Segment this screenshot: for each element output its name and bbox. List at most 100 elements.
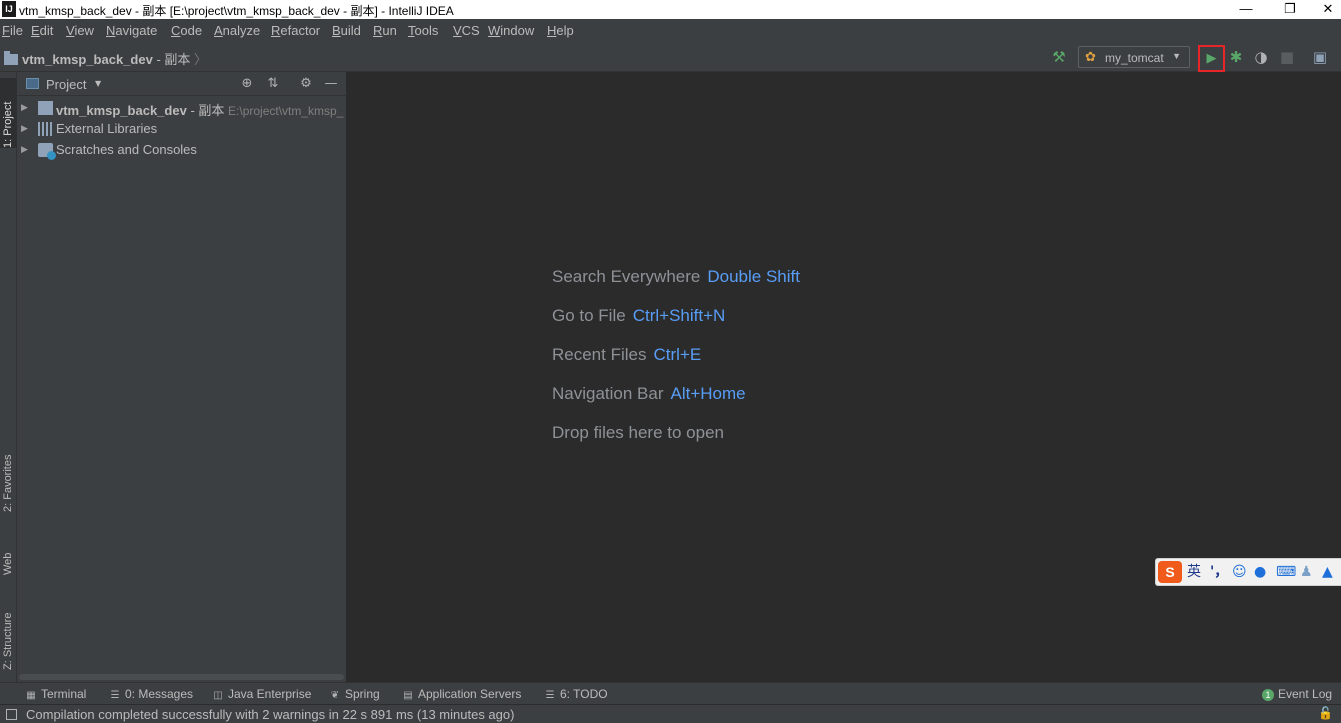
bottom-tool-bar: ▦ Terminal ☰ 0: Messages ◫ Java Enterprise … bbox=[0, 682, 1341, 704]
server-icon: ▤ bbox=[403, 690, 413, 701]
terminal-icon: ▦ bbox=[26, 690, 36, 701]
emoji-icon[interactable]: ☺ bbox=[1232, 563, 1247, 581]
status-bar: Compilation completed successfully with … bbox=[0, 704, 1341, 723]
run-configuration-label: my_tomcat bbox=[1105, 51, 1164, 65]
scratches-icon bbox=[38, 143, 56, 160]
breadcrumb-project-name: vtm_kmsp_back_dev bbox=[22, 52, 153, 67]
toggle-tool-windows-icon[interactable] bbox=[6, 709, 17, 720]
menu-refactor[interactable]: Refactor bbox=[271, 23, 320, 38]
project-panel: Project ▼ ⊕ ⇅ ⚙ — ▶ vtm_kmsp_back_dev - … bbox=[17, 72, 347, 682]
project-panel-title[interactable]: Project bbox=[46, 77, 86, 92]
menu-vcs[interactable]: VCS bbox=[453, 23, 480, 38]
tree-item-label: Scratches and Consoles bbox=[56, 142, 197, 157]
hide-panel-icon[interactable]: — bbox=[323, 75, 339, 93]
project-root-path: E:\project\vtm_kmsp_ bbox=[228, 104, 344, 118]
tab-terminal-label: Terminal bbox=[41, 687, 87, 701]
locate-target-icon[interactable]: ⊕ bbox=[239, 75, 255, 93]
tree-item-label: External Libraries bbox=[56, 121, 158, 136]
horizontal-scrollbar[interactable] bbox=[19, 674, 344, 680]
run-with-coverage-icon[interactable]: ◑ bbox=[1252, 48, 1270, 66]
stop-icon: ■ bbox=[1279, 48, 1295, 66]
menu-bar: File Edit View Navigate Code Analyze Ref… bbox=[0, 19, 1341, 42]
hint-drop-files: Drop files here to open bbox=[552, 423, 724, 443]
tab-structure[interactable]: Z: Structure bbox=[0, 590, 17, 670]
project-view-icon bbox=[26, 78, 39, 89]
breadcrumb[interactable]: vtm_kmsp_back_dev - 副本 〉 bbox=[4, 49, 207, 68]
run-configuration-select[interactable]: ✿ my_tomcat ▼ bbox=[1078, 46, 1190, 68]
gear-icon[interactable]: ⚙ bbox=[298, 75, 314, 93]
tab-event-log[interactable]: 1 Event Log bbox=[1262, 687, 1332, 701]
tab-web[interactable]: Web bbox=[0, 530, 17, 575]
module-folder-icon bbox=[38, 101, 53, 115]
ime-mode-label[interactable]: 英 bbox=[1187, 563, 1201, 581]
spring-leaf-icon: ❦ bbox=[330, 690, 340, 701]
menu-help[interactable]: Help bbox=[547, 23, 574, 38]
menu-edit[interactable]: Edit bbox=[31, 23, 53, 38]
build-hammer-icon[interactable]: ⚒ bbox=[1050, 48, 1068, 66]
close-icon[interactable]: ✕ bbox=[1313, 0, 1341, 19]
menu-file[interactable]: File bbox=[2, 23, 23, 38]
menu-run[interactable]: Run bbox=[373, 23, 397, 38]
skin-shirt-icon[interactable]: ▲ bbox=[1322, 563, 1333, 581]
lock-icon[interactable]: 🔓 bbox=[1318, 706, 1333, 720]
hint-shortcut: Ctrl+Shift+N bbox=[632, 306, 726, 325]
tab-messages[interactable]: ☰ 0: Messages bbox=[109, 687, 194, 701]
project-structure-icon[interactable]: ▣ bbox=[1312, 48, 1328, 66]
tab-messages-label: 0: Messages bbox=[125, 687, 194, 701]
tab-terminal[interactable]: ▦ Terminal bbox=[25, 687, 86, 701]
menu-code[interactable]: Code bbox=[171, 23, 202, 38]
expand-arrow-icon[interactable]: ▶ bbox=[21, 144, 28, 155]
module-folder-icon bbox=[4, 51, 18, 65]
menu-build[interactable]: Build bbox=[332, 23, 361, 38]
breadcrumb-project-suffix: - 副本 bbox=[156, 52, 191, 67]
tree-item-scratches[interactable]: ▶ Scratches and Consoles bbox=[17, 140, 347, 160]
tree-item-project-root[interactable]: ▶ vtm_kmsp_back_dev - 副本 E:\project\vtm_… bbox=[17, 98, 347, 118]
todo-list-icon: ☰ bbox=[545, 690, 555, 701]
microphone-icon[interactable]: ● bbox=[1254, 563, 1266, 581]
java-enterprise-icon: ◫ bbox=[213, 690, 223, 701]
ime-punctuation-label[interactable]: '， bbox=[1210, 563, 1228, 581]
tab-java-enterprise-label: Java Enterprise bbox=[228, 687, 312, 701]
chevron-down-icon[interactable]: ▼ bbox=[95, 79, 101, 88]
menu-navigate[interactable]: Navigate bbox=[106, 23, 157, 38]
play-icon: ▶ bbox=[1206, 51, 1217, 66]
minimize-icon[interactable]: — bbox=[1231, 0, 1261, 19]
chevron-down-icon: ▼ bbox=[1172, 51, 1181, 61]
tab-project[interactable]: 1: Project bbox=[0, 78, 17, 148]
keyboard-icon[interactable]: ⌨ bbox=[1276, 563, 1296, 581]
hint-go-to-file: Go to File Ctrl+Shift+N bbox=[552, 306, 725, 326]
tab-favorites[interactable]: 2: Favorites bbox=[0, 432, 17, 512]
editor-empty-area: Search Everywhere Double Shift Go to File… bbox=[347, 72, 1341, 682]
hint-label: Go to File bbox=[552, 306, 626, 325]
menu-tools[interactable]: Tools bbox=[408, 23, 438, 38]
tree-item-label: vtm_kmsp_back_dev - 副本 E:\project\vtm_km… bbox=[56, 100, 343, 119]
tab-application-servers[interactable]: ▤ Application Servers bbox=[402, 687, 521, 701]
tab-web-label: Web bbox=[2, 552, 14, 575]
hint-label: Drop files here to open bbox=[552, 423, 724, 442]
expand-arrow-icon[interactable]: ▶ bbox=[21, 123, 28, 134]
status-message[interactable]: Compilation completed successfully with … bbox=[26, 707, 514, 722]
expand-arrow-icon[interactable]: ▶ bbox=[21, 102, 28, 113]
menu-analyze[interactable]: Analyze bbox=[214, 23, 260, 38]
tab-project-label: 1: Project bbox=[2, 101, 14, 148]
messages-icon: ☰ bbox=[110, 690, 120, 701]
tab-todo[interactable]: ☰ 6: TODO bbox=[544, 687, 608, 701]
navigation-bar: vtm_kmsp_back_dev - 副本 〉 ⚒ ✿ my_tomcat ▼… bbox=[0, 42, 1341, 72]
menu-window[interactable]: Window bbox=[488, 23, 534, 38]
run-button[interactable]: ▶ bbox=[1198, 45, 1225, 72]
left-tool-strip: 1: Project 2: Favorites Web Z: Structure bbox=[0, 72, 17, 682]
hint-shortcut: Ctrl+E bbox=[653, 345, 702, 364]
debug-bug-icon[interactable]: ✱ bbox=[1227, 48, 1245, 66]
tab-spring[interactable]: ❦ Spring bbox=[329, 687, 380, 701]
ime-toolbar[interactable]: S 英 '， ☺ ● ⌨ ♟ ▲ bbox=[1155, 558, 1341, 586]
sogou-logo-icon[interactable]: S bbox=[1158, 561, 1182, 583]
collapse-all-icon[interactable]: ⇅ bbox=[265, 75, 281, 93]
tomcat-icon: ✿ bbox=[1085, 49, 1096, 64]
hint-shortcut: Alt+Home bbox=[670, 384, 746, 403]
library-icon bbox=[38, 122, 53, 136]
menu-view[interactable]: View bbox=[66, 23, 94, 38]
tree-item-external-libraries[interactable]: ▶ External Libraries bbox=[17, 119, 347, 139]
user-icon[interactable]: ♟ bbox=[1300, 563, 1313, 581]
restore-icon[interactable]: ❐ bbox=[1275, 0, 1305, 19]
tab-java-enterprise[interactable]: ◫ Java Enterprise bbox=[212, 687, 311, 701]
